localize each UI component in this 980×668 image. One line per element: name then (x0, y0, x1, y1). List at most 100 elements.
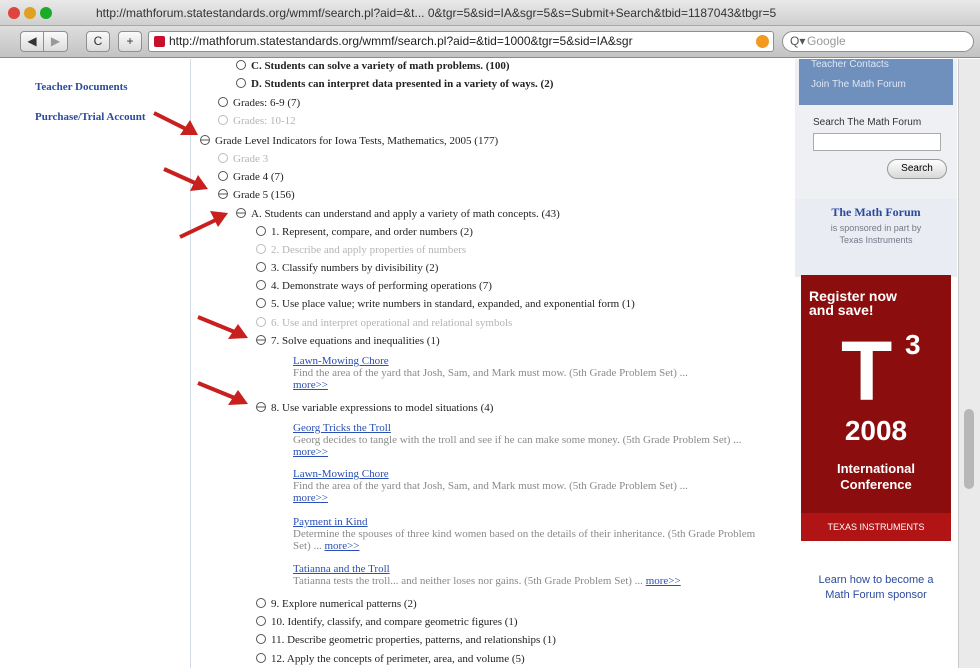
more-link[interactable]: more>> (646, 575, 681, 587)
annotation-arrow (163, 167, 208, 191)
annotation-arrow (179, 211, 228, 239)
expand-icon (218, 171, 228, 181)
more-link[interactable]: more>> (293, 446, 328, 458)
ad-t-letter: T (841, 324, 893, 418)
tree-item-grade-5[interactable]: Grade 5 (156) (218, 188, 295, 202)
math-forum-title-link[interactable]: The Math Forum (795, 205, 957, 220)
expand-icon (256, 244, 266, 254)
address-bar[interactable]: http://mathforum.statestandards.org/wmmf… (148, 31, 774, 52)
sidebar-blue-band: Teacher Contacts Join The Math Forum (799, 59, 953, 105)
expand-icon (256, 280, 266, 290)
tree-item-grade-3[interactable]: Grade 3 (218, 152, 268, 166)
collapse-icon (256, 402, 266, 412)
math-forum-search-button[interactable]: Search (887, 159, 947, 179)
tree-item-1[interactable]: 1. Represent, compare, and order numbers… (256, 225, 473, 239)
window-titlebar: http://mathforum.statestandards.org/wmmf… (0, 0, 980, 26)
become-sponsor-link[interactable]: Learn how to become a Math Forum sponsor (795, 573, 957, 603)
tree-item-grades-6-9[interactable]: Grades: 6-9 (7) (218, 96, 300, 110)
window-title: http://mathforum.statestandards.org/wmmf… (96, 6, 777, 20)
reload-button[interactable]: C (86, 31, 110, 52)
ad-conference: International Conference (836, 461, 915, 492)
ad-superscript: 3 (905, 329, 921, 360)
result-description: Tatianna tests the troll... and neither … (293, 575, 643, 587)
ad-headline: Register now and save! (809, 288, 897, 318)
close-window-button[interactable] (8, 7, 20, 19)
tree-item-8[interactable]: 8. Use variable expressions to model sit… (256, 401, 493, 415)
rss-icon[interactable] (756, 35, 769, 48)
search-placeholder: Google (807, 34, 846, 48)
collapse-icon (256, 335, 266, 345)
tree-item-a[interactable]: A. Students can understand and apply a v… (236, 207, 560, 221)
browser-toolbar: ◀ ▶ C + http://mathforum.statestandards.… (0, 26, 980, 58)
result-title-link[interactable]: Lawn-Mowing Chore (293, 355, 773, 367)
search-field[interactable]: Q▾ Google (782, 31, 974, 52)
result-item: Tatianna and the Troll Tatianna tests th… (293, 563, 773, 587)
tree-item-4[interactable]: 4. Demonstrate ways of performing operat… (256, 279, 492, 293)
tree-item-10[interactable]: 10. Identify, classify, and compare geom… (256, 615, 518, 629)
site-favicon-icon (154, 36, 165, 47)
expand-icon (256, 226, 266, 236)
more-link[interactable]: more>> (324, 540, 359, 552)
expand-icon (256, 317, 266, 327)
tree-item-grade-4[interactable]: Grade 4 (7) (218, 170, 284, 184)
result-title-link[interactable]: Georg Tricks the Troll (293, 422, 773, 434)
tree-item-c[interactable]: C. Students can solve a variety of math … (236, 59, 510, 73)
more-link[interactable]: more>> (293, 492, 328, 504)
vertical-scrollbar[interactable] (958, 59, 980, 668)
collapse-icon (236, 208, 246, 218)
expand-icon (218, 115, 228, 125)
standards-tree: C. Students can solve a variety of math … (0, 59, 790, 668)
zoom-window-button[interactable] (40, 7, 52, 19)
t3-conference-ad[interactable]: Register now and save! T 3 2008 Internati… (801, 275, 951, 541)
back-button[interactable]: ◀ (20, 31, 44, 52)
result-title-link[interactable]: Tatianna and the Troll (293, 563, 773, 575)
tree-item-d[interactable]: D. Students can interpret data presented… (236, 77, 553, 91)
tree-item-grade-level-indicators[interactable]: Grade Level Indicators for Iowa Tests, M… (200, 134, 498, 148)
result-description: Determine the spouses of three kind wome… (293, 528, 756, 552)
forward-button[interactable]: ▶ (44, 31, 68, 52)
annotation-arrow (197, 315, 248, 339)
scrollbar-thumb[interactable] (964, 409, 974, 489)
sponsor-text: is sponsored in part by (830, 223, 922, 233)
result-description: Find the area of the yard that Josh, Sam… (293, 367, 688, 379)
search-math-forum-label: Search The Math Forum (813, 117, 922, 128)
tree-item-12[interactable]: 12. Apply the concepts of perimeter, are… (256, 652, 525, 666)
tree-item-6[interactable]: 6. Use and interpret operational and rel… (256, 316, 512, 330)
tree-item-11[interactable]: 11. Describe geometric properties, patte… (256, 633, 556, 647)
result-item: Lawn-Mowing Chore Find the area of the y… (293, 355, 773, 391)
expand-icon (256, 262, 266, 272)
tree-item-5[interactable]: 5. Use place value; write numbers in sta… (256, 297, 635, 311)
math-forum-search-input[interactable] (813, 133, 941, 151)
texas-instruments-logo: TEXAS INSTRUMENTS (801, 513, 951, 541)
result-description: Find the area of the yard that Josh, Sam… (293, 480, 688, 492)
right-sidebar: Teacher Contacts Join The Math Forum Sea… (795, 59, 957, 668)
join-math-forum-link[interactable]: Join The Math Forum (811, 79, 906, 90)
expand-icon (256, 653, 266, 663)
result-item: Payment in Kind Determine the spouses of… (293, 516, 773, 552)
tree-item-7[interactable]: 7. Solve equations and inequalities (1) (256, 334, 440, 348)
expand-icon (256, 616, 266, 626)
expand-icon (218, 97, 228, 107)
minimize-window-button[interactable] (24, 7, 36, 19)
expand-icon (256, 298, 266, 308)
expand-icon (218, 153, 228, 163)
add-bookmark-button[interactable]: + (118, 31, 142, 52)
collapse-icon (218, 189, 228, 199)
address-url: http://mathforum.statestandards.org/wmmf… (169, 34, 633, 48)
more-link[interactable]: more>> (293, 379, 328, 391)
ad-year: 2008 (844, 415, 908, 446)
page-content: Teacher Documents Purchase/Trial Account… (0, 59, 980, 668)
expand-icon (236, 78, 246, 88)
result-description: Georg decides to tangle with the troll a… (293, 434, 742, 446)
result-title-link[interactable]: Lawn-Mowing Chore (293, 468, 773, 480)
tree-item-grades-10-12[interactable]: Grades: 10-12 (218, 114, 296, 128)
expand-icon (236, 60, 246, 70)
teacher-contacts-link[interactable]: Teacher Contacts (811, 59, 889, 70)
annotation-arrow (197, 381, 248, 405)
expand-icon (256, 598, 266, 608)
tree-item-3[interactable]: 3. Classify numbers by divisibility (2) (256, 261, 438, 275)
result-item: Georg Tricks the Troll Georg decides to … (293, 422, 773, 458)
tree-item-2[interactable]: 2. Describe and apply properties of numb… (256, 243, 466, 257)
result-title-link[interactable]: Payment in Kind (293, 516, 773, 528)
tree-item-9[interactable]: 9. Explore numerical patterns (2) (256, 597, 417, 611)
